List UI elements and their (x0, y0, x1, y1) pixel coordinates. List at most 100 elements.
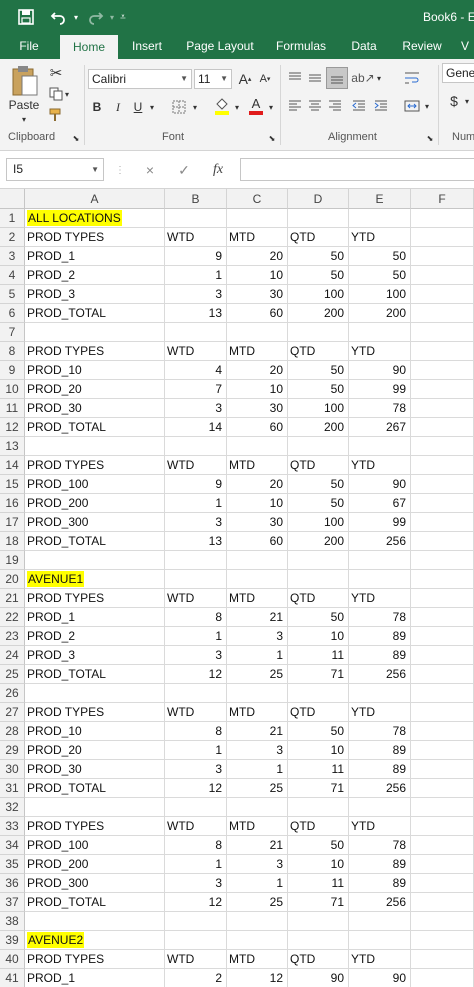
cell-a30[interactable]: PROD_30 (25, 760, 165, 779)
cell-a6[interactable]: PROD_TOTAL (25, 304, 165, 323)
cell-d2[interactable]: QTD (288, 228, 349, 247)
cell-a16[interactable]: PROD_200 (25, 494, 165, 513)
cell-f18[interactable] (411, 532, 474, 551)
cell-c24[interactable]: 1 (227, 646, 288, 665)
underline-button[interactable]: U (130, 97, 146, 117)
cell-f30[interactable] (411, 760, 474, 779)
row-header[interactable]: 32 (0, 798, 25, 817)
cell-e7[interactable] (349, 323, 411, 342)
cell-b5[interactable]: 3 (165, 285, 227, 304)
column-header-c[interactable]: C (227, 189, 288, 209)
number-format-select[interactable]: Gene (442, 63, 474, 83)
cell-f14[interactable] (411, 456, 474, 475)
row-header[interactable]: 34 (0, 836, 25, 855)
paste-icon[interactable] (8, 63, 42, 99)
cell-a4[interactable]: PROD_2 (25, 266, 165, 285)
cell-e21[interactable]: YTD (349, 589, 411, 608)
cell-e39[interactable] (349, 931, 411, 950)
cell-c20[interactable] (227, 570, 288, 589)
cell-d7[interactable] (288, 323, 349, 342)
cell-b28[interactable]: 8 (165, 722, 227, 741)
cell-d6[interactable]: 200 (288, 304, 349, 323)
cell-c8[interactable]: MTD (227, 342, 288, 361)
cell-f9[interactable] (411, 361, 474, 380)
cell-c11[interactable]: 30 (227, 399, 288, 418)
cell-f6[interactable] (411, 304, 474, 323)
name-box[interactable]: I5 ▼ (6, 158, 104, 181)
font-color-icon[interactable]: A (246, 95, 266, 117)
cell-e31[interactable]: 256 (349, 779, 411, 798)
cell-a31[interactable]: PROD_TOTAL (25, 779, 165, 798)
cell-e17[interactable]: 99 (349, 513, 411, 532)
cut-icon[interactable]: ✂ (46, 63, 66, 83)
cell-a11[interactable]: PROD_30 (25, 399, 165, 418)
cell-d22[interactable]: 50 (288, 608, 349, 627)
cell-d15[interactable]: 50 (288, 475, 349, 494)
cell-d9[interactable]: 50 (288, 361, 349, 380)
cell-d8[interactable]: QTD (288, 342, 349, 361)
cell-a38[interactable] (25, 912, 165, 931)
undo-icon[interactable] (46, 6, 70, 28)
cell-c37[interactable]: 25 (227, 893, 288, 912)
cell-d36[interactable]: 11 (288, 874, 349, 893)
cell-c34[interactable]: 21 (227, 836, 288, 855)
cell-b6[interactable]: 13 (165, 304, 227, 323)
cell-c21[interactable]: MTD (227, 589, 288, 608)
row-header[interactable]: 18 (0, 532, 25, 551)
italic-button[interactable]: I (110, 97, 126, 117)
cell-b13[interactable] (165, 437, 227, 456)
row-header[interactable]: 17 (0, 513, 25, 532)
cell-f36[interactable] (411, 874, 474, 893)
cell-f26[interactable] (411, 684, 474, 703)
font-size-select[interactable]: 11 ▼ (194, 69, 232, 89)
cell-a9[interactable]: PROD_10 (25, 361, 165, 380)
cell-e33[interactable]: YTD (349, 817, 411, 836)
cell-f22[interactable] (411, 608, 474, 627)
tab-data[interactable]: Data (340, 33, 388, 59)
column-header-f[interactable]: F (411, 189, 474, 209)
row-header[interactable]: 40 (0, 950, 25, 969)
cell-e12[interactable]: 267 (349, 418, 411, 437)
cell-f21[interactable] (411, 589, 474, 608)
cell-a12[interactable]: PROD_TOTAL (25, 418, 165, 437)
row-header[interactable]: 28 (0, 722, 25, 741)
row-header[interactable]: 10 (0, 380, 25, 399)
cell-d32[interactable] (288, 798, 349, 817)
cell-e8[interactable]: YTD (349, 342, 411, 361)
cell-f8[interactable] (411, 342, 474, 361)
row-header[interactable]: 33 (0, 817, 25, 836)
cell-c2[interactable]: MTD (227, 228, 288, 247)
tab-review[interactable]: Review (394, 33, 450, 59)
cell-a21[interactable]: PROD TYPES (25, 589, 165, 608)
borders-icon[interactable] (170, 97, 188, 117)
cell-b10[interactable]: 7 (165, 380, 227, 399)
cell-c40[interactable]: MTD (227, 950, 288, 969)
merge-center-icon[interactable] (402, 97, 422, 115)
cell-b29[interactable]: 1 (165, 741, 227, 760)
cell-b18[interactable]: 13 (165, 532, 227, 551)
cell-d34[interactable]: 50 (288, 836, 349, 855)
cell-b22[interactable]: 8 (165, 608, 227, 627)
row-header[interactable]: 11 (0, 399, 25, 418)
fill-color-dropdown-icon[interactable]: ▾ (232, 97, 242, 117)
cell-f13[interactable] (411, 437, 474, 456)
redo-icon[interactable] (84, 6, 108, 28)
cell-c36[interactable]: 1 (227, 874, 288, 893)
cell-d39[interactable] (288, 931, 349, 950)
cell-d12[interactable]: 200 (288, 418, 349, 437)
undo-dropdown-icon[interactable]: ▾ (70, 6, 82, 28)
row-header[interactable]: 14 (0, 456, 25, 475)
cancel-icon[interactable]: × (140, 160, 160, 180)
cell-f31[interactable] (411, 779, 474, 798)
row-header[interactable]: 36 (0, 874, 25, 893)
cell-d14[interactable]: QTD (288, 456, 349, 475)
fill-color-icon[interactable] (212, 95, 232, 117)
cell-d38[interactable] (288, 912, 349, 931)
cell-c13[interactable] (227, 437, 288, 456)
column-header-b[interactable]: B (165, 189, 227, 209)
column-header-e[interactable]: E (349, 189, 411, 209)
column-header-d[interactable]: D (288, 189, 349, 209)
cell-b38[interactable] (165, 912, 227, 931)
cell-c15[interactable]: 20 (227, 475, 288, 494)
cell-d35[interactable]: 10 (288, 855, 349, 874)
